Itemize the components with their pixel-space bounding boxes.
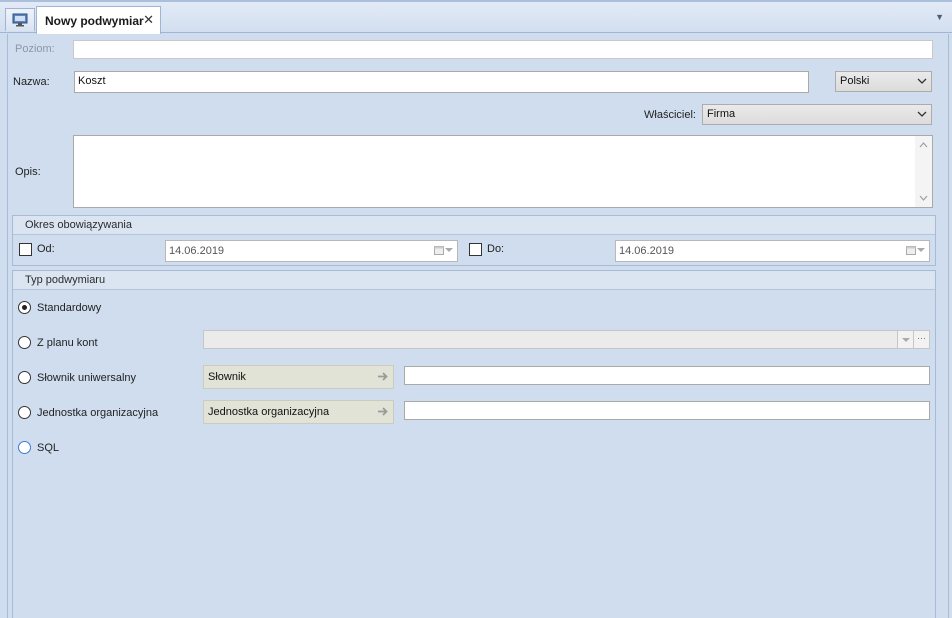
close-icon[interactable]: ✕ <box>143 13 154 27</box>
language-value: Polski <box>840 75 870 87</box>
od-date-input[interactable]: 14.06.2019 <box>165 240 458 262</box>
calendar-icon <box>434 246 444 255</box>
tab-list-chevron-icon[interactable]: ▼ <box>935 12 944 22</box>
do-label: Do: <box>487 243 505 255</box>
opis-value <box>74 136 932 142</box>
wlasciciel-label: Właściciel: <box>644 109 696 121</box>
calendar-dropdown[interactable] <box>906 245 925 255</box>
wlasciciel-value: Firma <box>707 108 736 120</box>
scroll-up-icon[interactable] <box>919 141 928 148</box>
radio-z-planu-kont[interactable] <box>18 336 31 349</box>
opis-label: Opis: <box>15 166 41 178</box>
slownik-button[interactable]: Słownik <box>203 365 394 389</box>
poziom-input[interactable] <box>73 40 933 59</box>
tab-label: Nowy podwymiar <box>45 13 144 28</box>
standardowy-label: Standardowy <box>37 302 102 314</box>
chevron-down-icon <box>902 338 910 342</box>
typ-group-title: Typ podwymiaru <box>13 271 935 290</box>
chevron-down-icon <box>917 111 927 117</box>
scroll-down-icon[interactable] <box>919 195 928 202</box>
arrow-right-icon <box>378 372 388 381</box>
typ-group: Typ podwymiaru <box>12 270 936 618</box>
radio-jednostka-organizacyjna[interactable] <box>18 406 31 419</box>
language-select[interactable]: Polski <box>835 71 932 92</box>
radio-standardowy[interactable] <box>18 301 31 314</box>
do-date-value: 14.06.2019 <box>619 245 675 257</box>
z-planu-kont-label: Z planu kont <box>37 337 98 349</box>
do-checkbox[interactable] <box>469 243 482 256</box>
tab-strip: Nowy podwymiar ✕ ▼ <box>0 0 952 34</box>
nazwa-label: Nazwa: <box>13 76 50 88</box>
slownik-uniwersalny-label: Słownik uniwersalny <box>37 372 137 384</box>
opis-scrollbar[interactable] <box>915 136 932 207</box>
monitor-icon <box>12 13 28 27</box>
jednostka-button[interactable]: Jednostka organizacyjna <box>203 400 394 424</box>
do-date-input[interactable]: 14.06.2019 <box>615 240 930 262</box>
od-date-value: 14.06.2019 <box>169 245 225 257</box>
nazwa-input[interactable]: Koszt <box>74 71 809 93</box>
radio-slownik-uniwersalny[interactable] <box>18 371 31 384</box>
arrow-right-icon <box>378 407 388 416</box>
opis-textarea[interactable] <box>73 135 933 208</box>
calendar-dropdown[interactable] <box>434 245 453 255</box>
radio-sql[interactable] <box>18 441 31 454</box>
home-tab[interactable] <box>5 8 35 31</box>
okres-group-title: Okres obowiązywania <box>13 216 935 235</box>
tab-nowy-podwymiar[interactable]: Nowy podwymiar ✕ <box>36 6 161 34</box>
jednostka-organizacyjna-label: Jednostka organizacyjna <box>37 407 159 419</box>
slownik-button-label: Słownik <box>208 371 246 383</box>
slownik-input[interactable] <box>404 366 930 385</box>
chevron-down-icon <box>917 248 925 252</box>
plan-kont-combo[interactable]: ··· <box>203 330 930 349</box>
jednostka-button-label: Jednostka organizacyjna <box>208 406 330 418</box>
plan-kont-more-button[interactable]: ··· <box>913 331 929 348</box>
sql-label: SQL <box>37 442 60 454</box>
od-checkbox[interactable] <box>19 243 32 256</box>
od-label: Od: <box>37 243 55 255</box>
wlasciciel-select[interactable]: Firma <box>702 104 932 125</box>
jednostka-input[interactable] <box>404 401 930 420</box>
poziom-label: Poziom: <box>15 43 55 55</box>
calendar-icon <box>906 246 916 255</box>
chevron-down-icon <box>445 248 453 252</box>
plan-kont-dropdown[interactable] <box>897 331 913 348</box>
chevron-down-icon <box>917 78 927 84</box>
